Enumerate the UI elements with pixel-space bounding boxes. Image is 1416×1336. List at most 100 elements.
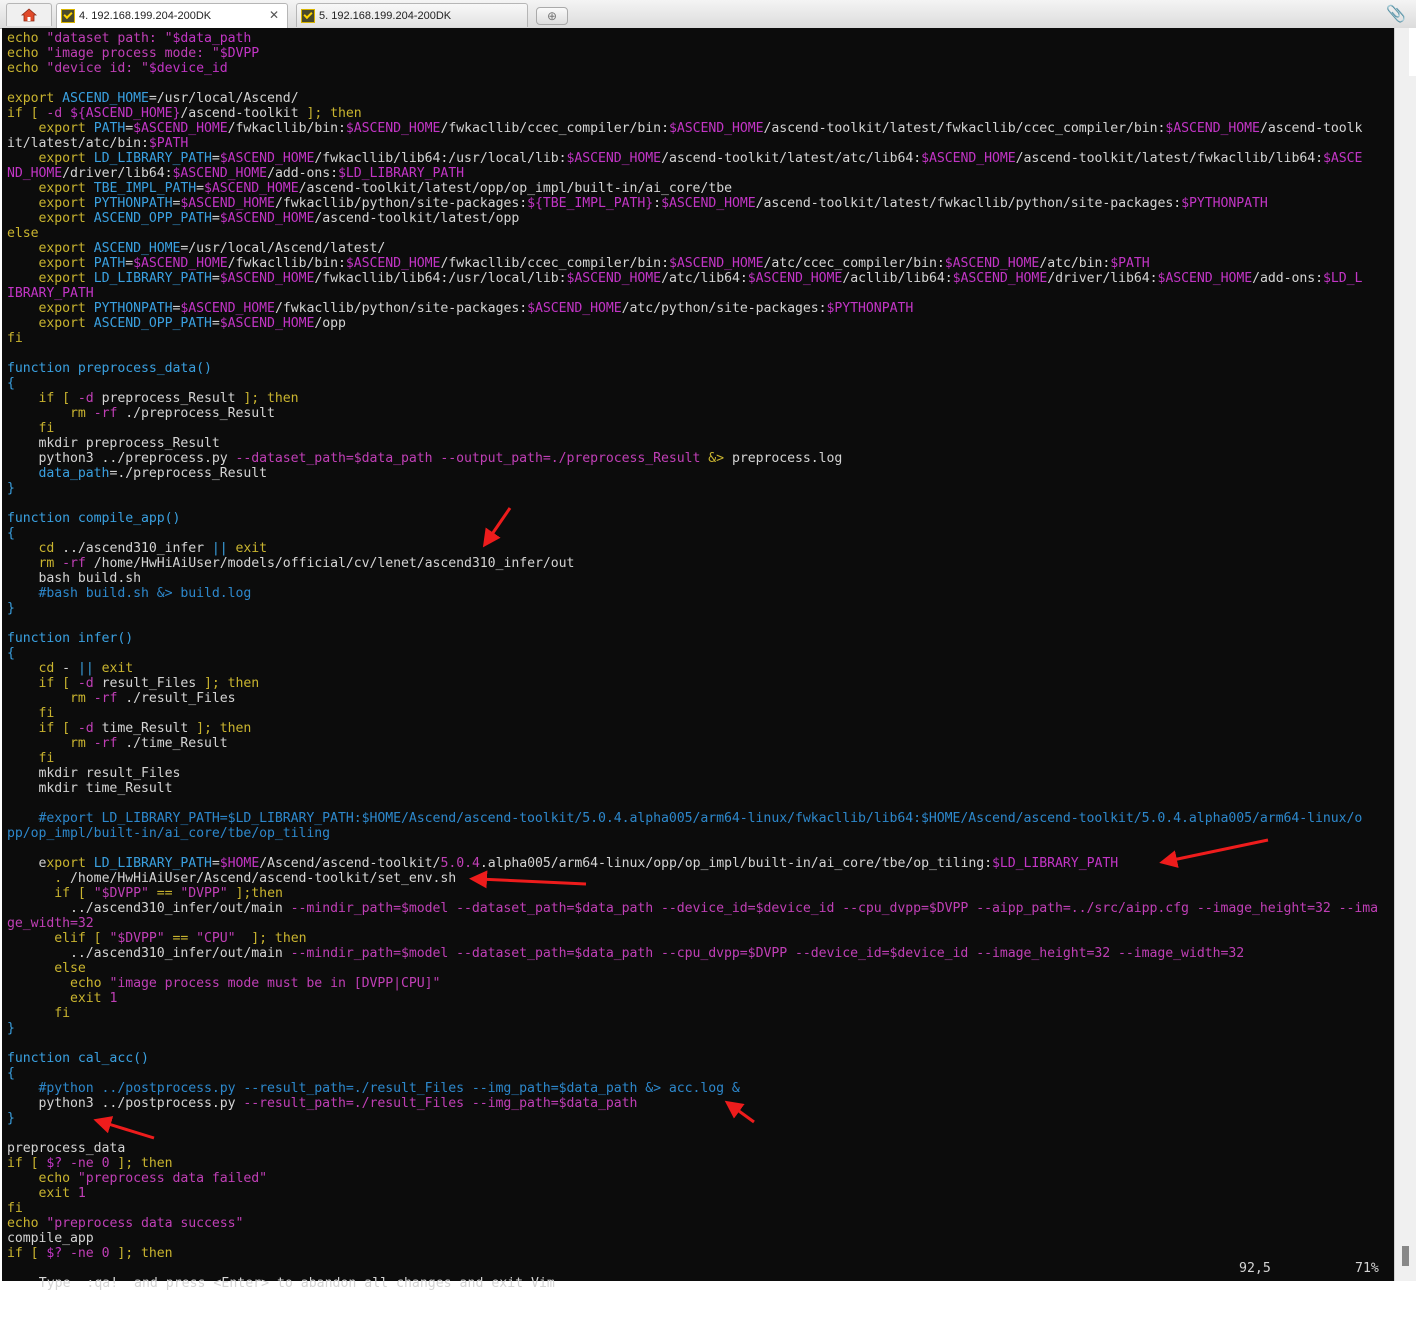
code-line: it/latest/atc/bin:$PATH: [7, 136, 1378, 151]
code-token: --mindir_path=$model --dataset_path=$dat…: [290, 901, 1379, 916]
code-token: echo: [7, 1171, 78, 1186]
code-line: function cal_acc(): [7, 1051, 1378, 1066]
code-token: /ascend-toolkit/latest/opp/op_impl/built…: [298, 181, 732, 196]
code-token: python3 ../postprocess.py: [7, 1096, 244, 1111]
code-token: bash build.sh: [7, 571, 141, 586]
code-token: ../ascend310_infer: [62, 541, 212, 556]
code-token: else: [7, 226, 39, 241]
code-token: PATH: [93, 256, 126, 271]
code-token: "$DVPP": [109, 931, 173, 946]
terminal-window[interactable]: echo "dataset path: "$data_path echo "ima…: [2, 28, 1394, 1291]
code-token: ];then: [235, 886, 283, 901]
code-token: ]; then: [251, 931, 307, 946]
code-token: $DVPP: [219, 46, 260, 61]
code-token: /ascend-toolkit/latest/fwkacllib/python/…: [755, 196, 1182, 211]
tab-label: 5. 192.168.199.204-200DK: [319, 9, 452, 22]
code-token: /add-ons:: [1252, 271, 1324, 286]
code-line: #python ../postprocess.py --result_path=…: [7, 1081, 1378, 1096]
code-token: {: [7, 646, 15, 661]
scrollbar-thumb[interactable]: [1402, 1246, 1409, 1266]
code-token: fi: [7, 421, 55, 436]
code-line: else: [7, 961, 1378, 976]
code-token: }: [7, 481, 15, 496]
code-token: $ASCEND_HOME: [345, 121, 441, 136]
tab-session-5[interactable]: 5. 192.168.199.204-200DK: [296, 3, 528, 27]
code-token: /add-ons:: [267, 166, 338, 181]
close-icon[interactable]: ✕: [269, 8, 279, 22]
status-message: Type :qa! and press <Enter> to abandon a…: [38, 1276, 555, 1291]
code-token: if [: [7, 106, 47, 121]
code-token: LD_LIBRARY_PATH: [93, 151, 212, 166]
code-token: /atc/ccec_compiler/bin:: [763, 256, 945, 271]
code-token: /fwkacllib/bin:: [227, 256, 346, 271]
code-token: =: [125, 121, 134, 136]
code-line: function compile_app(): [7, 511, 1378, 526]
code-token: echo: [7, 31, 47, 46]
code-token: ASCEND_OPP_PATH: [93, 316, 212, 331]
scrollbar[interactable]: [1394, 28, 1416, 1281]
code-token: $ASCEND_HOME: [180, 301, 275, 316]
home-button[interactable]: [6, 3, 52, 26]
code-token: fi: [7, 1006, 71, 1021]
code-token: if [: [7, 1156, 47, 1171]
code-line: echo "dataset path: "$data_path: [7, 31, 1378, 46]
code-token: /Ascend/ascend-toolkit/: [259, 856, 441, 871]
new-tab-button[interactable]: ⊕: [536, 7, 568, 25]
code-line: export ASCEND_HOME=/usr/local/Ascend/: [7, 91, 1378, 106]
code-token: $ASCEND_HOME: [1165, 121, 1260, 136]
code-token: /fwkacllib/python/site-packages:: [274, 301, 528, 316]
code-line: export PATH=$ASCEND_HOME/fwkacllib/bin:$…: [7, 121, 1378, 136]
code-token: $PYTHONPATH: [826, 301, 914, 316]
code-token: "dataset path: ": [46, 31, 173, 46]
code-line: exit 1: [7, 1186, 1378, 1201]
code-token: "preprocess data failed": [77, 1171, 268, 1186]
code-token: ASCEND_HOME: [62, 91, 149, 106]
code-token: ../ascend310_infer/out/main: [7, 946, 291, 961]
tab-session-4[interactable]: 4. 192.168.199.204-200DK ✕: [56, 3, 288, 28]
code-token: $ASCEND_HOME: [172, 166, 268, 181]
code-token: export: [7, 196, 94, 211]
code-line: rm -rf /home/HwHiAiUser/models/official/…: [7, 556, 1378, 571]
code-token: ./result_Files: [125, 691, 236, 706]
code-token: $HOME: [219, 856, 260, 871]
code-token: $ASCEND_HOME: [747, 271, 843, 286]
code-line: if [ -d result_Files ]; then: [7, 676, 1378, 691]
code-token: -: [62, 661, 78, 676]
code-token: "image process mode: ": [46, 46, 220, 61]
code-token: xport: [46, 856, 94, 871]
code-token: /atc/python/site-packages:: [621, 301, 827, 316]
code-token: python3 ../preprocess.py: [7, 451, 236, 466]
code-token: ./time_Result: [125, 736, 228, 751]
paperclip-icon[interactable]: 📎: [1386, 4, 1406, 24]
code-token: cd: [7, 541, 63, 556]
code-token: exit: [7, 1186, 78, 1201]
code-token: TBE_IMPL_PATH: [93, 181, 197, 196]
code-token: /fwkacllib/ccec_compiler/bin:: [440, 121, 669, 136]
code-line: #bash build.sh &> build.log: [7, 586, 1378, 601]
code-token: -d: [46, 106, 71, 121]
code-token: $ASCEND_HOME: [219, 316, 315, 331]
code-token: -d: [77, 676, 102, 691]
code-token: $ASCEND_HOME: [133, 121, 228, 136]
code-token: $PATH: [1110, 256, 1150, 271]
code-token: =: [211, 271, 220, 286]
code-line: cd - || exit: [7, 661, 1378, 676]
code-token: -ne: [70, 1156, 102, 1171]
code-token: -rf: [93, 736, 126, 751]
code-token: :: [653, 196, 662, 211]
code-token: if [: [7, 1246, 47, 1261]
code-token: function preprocess_data(): [7, 361, 212, 376]
code-token: ./preprocess_Result: [125, 406, 275, 421]
code-token: ]; then: [117, 1246, 173, 1261]
code-token: $device_id: [148, 61, 228, 76]
code-token: /ascend-toolkit/latest/atc/lib64:: [661, 151, 922, 166]
code-line: if [ -d ${ASCEND_HOME}/ascend-toolkit ];…: [7, 106, 1378, 121]
code-token: 1: [77, 1186, 86, 1201]
code-line: fi: [7, 706, 1378, 721]
code-token: rm: [70, 691, 94, 706]
code-token: =/usr/local/Ascend/latest/: [180, 241, 386, 256]
code-token: export: [7, 256, 94, 271]
